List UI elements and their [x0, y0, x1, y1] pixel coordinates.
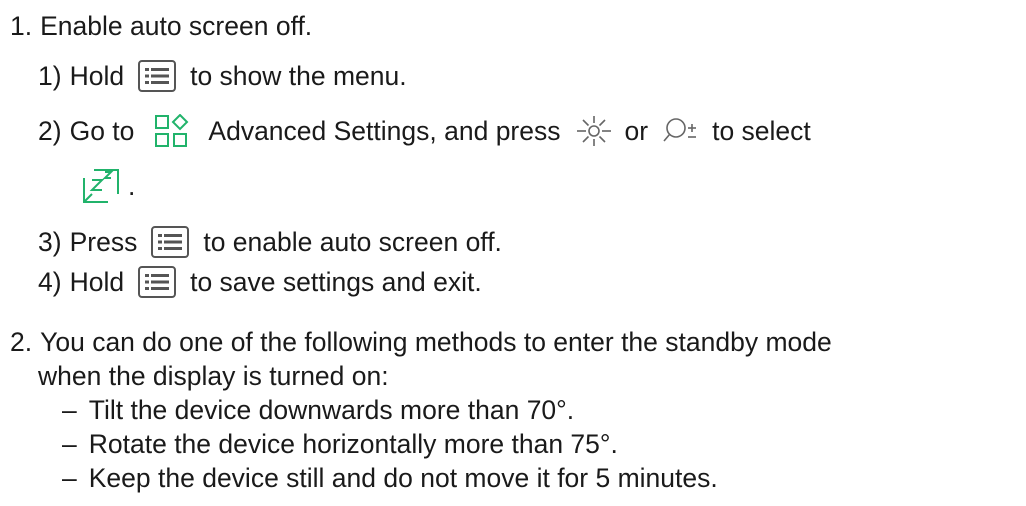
substep-1: 1) Hold to show the menu.	[38, 60, 407, 92]
step-1-text: Enable auto screen off.	[40, 11, 313, 41]
step-2-continuation: when the display is turned on:	[38, 360, 389, 392]
bullet-marker: –	[62, 395, 77, 425]
substep-1-pre: Hold	[69, 61, 125, 91]
substep-2-number: 2)	[38, 116, 62, 146]
bullet-text: Keep the device still and do not move it…	[88, 463, 718, 493]
substep-4-pre: Hold	[69, 267, 125, 297]
menu-button-icon	[138, 60, 177, 92]
substep-2-mid: Advanced Settings, and press	[208, 116, 561, 146]
substep-2-or: or	[624, 116, 649, 146]
substep-2-continuation: .	[82, 168, 135, 204]
substep-2-end: .	[128, 171, 136, 201]
substep-2-pre: Go to	[69, 116, 135, 146]
bullet-text: Tilt the device downwards more than 70°.	[88, 395, 575, 425]
menu-button-icon	[151, 226, 190, 258]
substep-2: 2) Go to Advanced Settings, and press or…	[38, 114, 811, 148]
step-2-text-line-1: You can do one of the following methods …	[40, 327, 832, 357]
step-2-number: 2.	[10, 327, 33, 357]
bullet-marker: –	[62, 429, 77, 459]
auto-screen-off-icon	[82, 168, 120, 204]
bullet-item: – Tilt the device downwards more than 70…	[62, 394, 574, 426]
substep-3-post: to enable auto screen off.	[203, 227, 502, 257]
bullet-item: – Rotate the device horizontally more th…	[62, 428, 618, 460]
step-2-text-line-2: when the display is turned on:	[38, 361, 389, 391]
substep-4: 4) Hold to save settings and exit.	[38, 266, 482, 298]
advanced-settings-icon	[154, 114, 190, 148]
step-2-heading: 2. You can do one of the following metho…	[10, 326, 832, 358]
bullet-item: – Keep the device still and do not move …	[62, 462, 718, 494]
substep-1-post: to show the menu.	[190, 61, 407, 91]
substep-3-number: 3)	[38, 227, 62, 257]
substep-1-number: 1)	[38, 61, 62, 91]
substep-2-post: to select	[712, 116, 811, 146]
substep-4-number: 4)	[38, 267, 62, 297]
substep-3-pre: Press	[69, 227, 138, 257]
menu-button-icon	[138, 266, 177, 298]
substep-3: 3) Press to enable auto screen off.	[38, 226, 502, 258]
substep-4-post: to save settings and exit.	[190, 267, 482, 297]
brightness-icon	[575, 114, 613, 148]
bullet-text: Rotate the device horizontally more than…	[88, 429, 618, 459]
step-1-heading: 1. Enable auto screen off.	[10, 10, 312, 42]
bullet-marker: –	[62, 463, 77, 493]
zoom-icon	[662, 115, 700, 147]
step-1-number: 1.	[10, 11, 33, 41]
